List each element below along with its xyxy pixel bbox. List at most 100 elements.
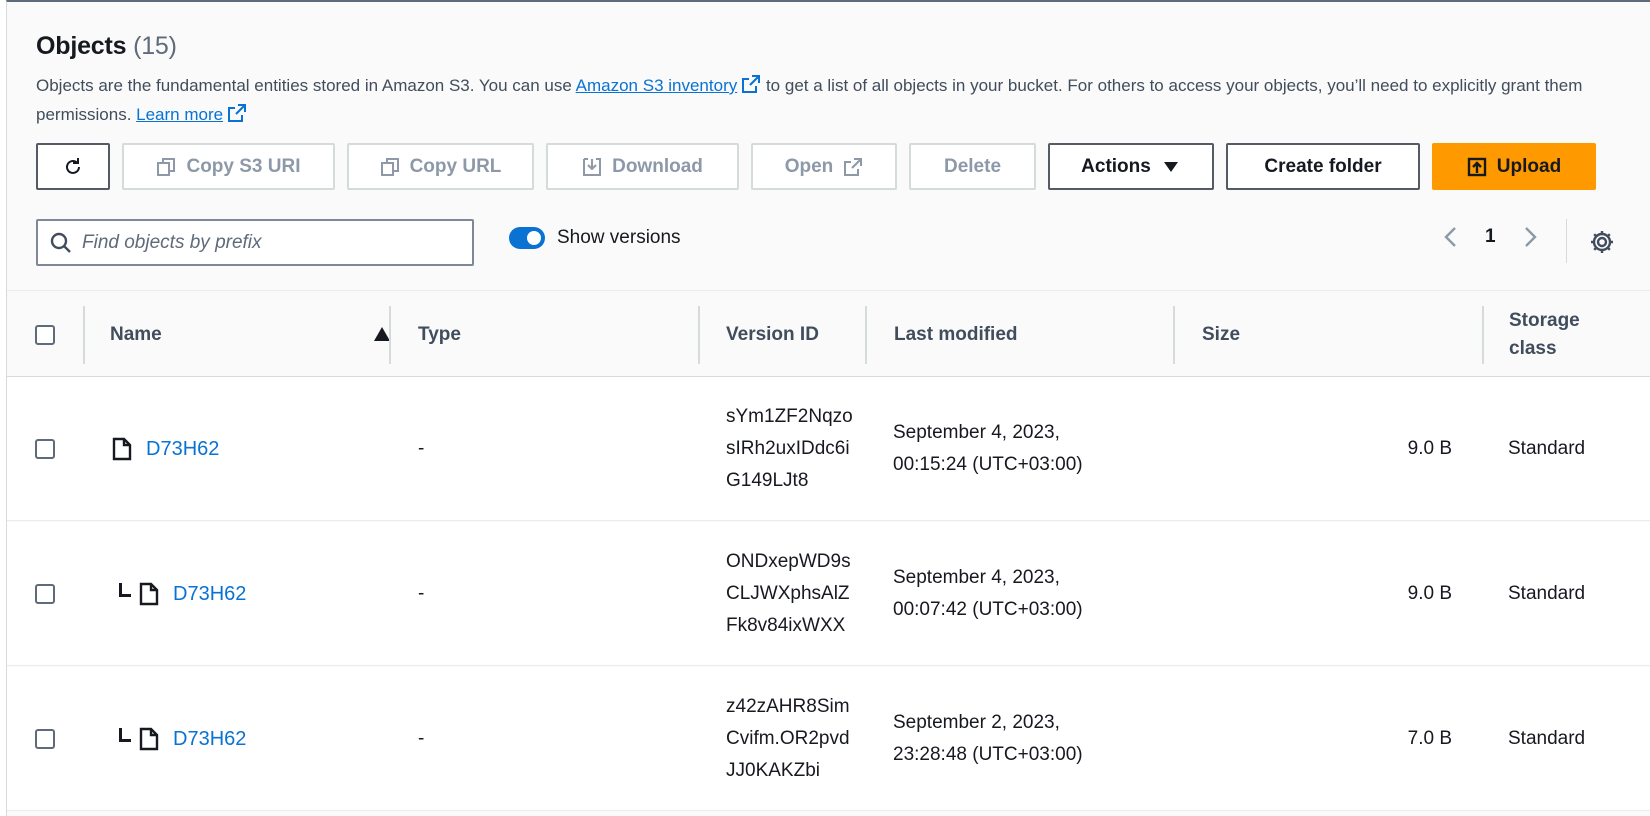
storage-class-header-label: Storage class [1509, 309, 1580, 359]
version-id-cell: sYm1ZF2NqzosIRh2uxIDdc6iG149LJt8 [726, 377, 856, 521]
last-modified-text: September 2, 2023, 23:28:48 (UTC+03:00) [893, 712, 1083, 765]
column-divider [1173, 306, 1175, 364]
page-number[interactable]: 1 [1485, 226, 1496, 248]
name-cell: D73H62 [119, 522, 246, 666]
last-modified-text: September 4, 2023, 00:07:42 (UTC+03:00) [893, 567, 1083, 620]
object-count: (15) [133, 32, 177, 60]
column-header-type[interactable]: Type [418, 291, 461, 378]
size-cell: 7.0 B [1407, 728, 1452, 749]
copy-url-button[interactable]: Copy URL [347, 143, 534, 190]
storage-class-cell: Standard [1508, 728, 1586, 749]
search-box [36, 219, 474, 266]
show-versions-label: Show versions [557, 227, 681, 248]
type-cell: - [418, 438, 425, 459]
row-checkbox[interactable] [35, 584, 55, 604]
download-button[interactable]: Download [546, 143, 739, 190]
table-row[interactable]: D73H62 - sYm1ZF2NqzosIRh2uxIDdc6iG149LJt… [7, 377, 1650, 521]
create-folder-label: Create folder [1264, 155, 1382, 177]
objects-header: Objects (15) Objects are the fundamental… [36, 32, 1626, 129]
storage-class-cell: Standard [1508, 438, 1586, 459]
last-modified-text: September 4, 2023, 00:15:24 (UTC+03:00) [893, 422, 1083, 475]
title-text: Objects [36, 32, 127, 60]
column-header-name[interactable]: Name [110, 291, 390, 378]
select-all-checkbox[interactable] [35, 324, 55, 345]
version-id-header-label: Version ID [726, 323, 819, 345]
chevron-right-icon[interactable] [1520, 225, 1540, 249]
copy-icon [380, 157, 399, 176]
row-select-cell [35, 667, 55, 811]
object-name-link[interactable]: D73H62 [173, 728, 246, 751]
learn-more-link[interactable]: Learn more [136, 104, 247, 124]
prefix-search-input[interactable] [82, 231, 442, 254]
sort-ascending-icon [374, 327, 390, 341]
learn-more-text: Learn more [136, 105, 224, 124]
name-header-label: Name [110, 323, 162, 345]
actions-label: Actions [1081, 155, 1151, 177]
object-name-link[interactable]: D73H62 [146, 438, 219, 461]
type-cell: - [418, 583, 425, 604]
object-name-link[interactable]: D73H62 [173, 583, 246, 606]
upload-label: Upload [1496, 155, 1562, 177]
table-row[interactable]: D73H62 - z42zAHR8SimCvifm.OR2pvdJJ0KAKZb… [7, 667, 1650, 811]
row-checkbox[interactable] [35, 729, 55, 749]
name-cell: D73H62 [112, 377, 219, 521]
refresh-button[interactable] [36, 143, 110, 190]
show-versions-toggle[interactable] [509, 227, 545, 249]
last-modified-cell: September 4, 2023, 00:07:42 (UTC+03:00) [893, 522, 1123, 666]
row-checkbox[interactable] [35, 439, 55, 459]
inventory-link[interactable]: Amazon S3 inventory [575, 75, 762, 95]
open-label: Open [784, 155, 834, 177]
upload-icon [1467, 157, 1486, 176]
delete-label: Delete [943, 155, 1002, 177]
column-divider [389, 306, 391, 364]
table-row[interactable]: D73H62 - ONDxepWD9sCLJWXphsAlZFk8v84ixWX… [7, 522, 1650, 666]
page-title: Objects (15) [36, 32, 1626, 61]
inventory-link-text: Amazon S3 inventory [575, 76, 738, 95]
column-header-size[interactable]: Size [1202, 291, 1240, 378]
external-link-icon [742, 75, 761, 93]
create-folder-button[interactable]: Create folder [1226, 143, 1420, 190]
column-header-last-modified[interactable]: Last modified [894, 291, 1018, 378]
objects-panel: Objects (15) Objects are the fundamental… [6, 0, 1650, 816]
version-id-cell: ONDxepWD9sCLJWXphsAlZFk8v84ixWXX [726, 522, 856, 666]
toggle-knob [527, 231, 541, 245]
gear-icon[interactable] [1589, 229, 1615, 255]
column-header-storage-class[interactable]: Storage class [1509, 291, 1580, 378]
version-id-text: sYm1ZF2NqzosIRh2uxIDdc6iG149LJt8 [726, 406, 853, 491]
pager-divider [1566, 219, 1567, 263]
select-all-cell [35, 291, 55, 378]
last-modified-cell: September 4, 2023, 00:15:24 (UTC+03:00) [893, 377, 1123, 521]
size-cell: 9.0 B [1407, 583, 1452, 604]
copy-s3-uri-button[interactable]: Copy S3 URI [122, 143, 335, 190]
upload-button[interactable]: Upload [1432, 143, 1596, 190]
column-header-version-id[interactable]: Version ID [726, 291, 819, 378]
size-header-label: Size [1202, 323, 1241, 345]
filter-row: Show versions 1 [36, 219, 1636, 267]
table-header: Name Type Version ID Last modified Size … [7, 290, 1650, 377]
version-id-text: ONDxepWD9sCLJWXphsAlZFk8v84ixWXX [726, 551, 851, 636]
file-icon [139, 582, 159, 606]
objects-description: Objects are the fundamental entities sto… [36, 71, 1606, 129]
file-icon [139, 727, 159, 751]
show-versions-toggle-wrap: Show versions [509, 227, 681, 249]
chevron-left-icon[interactable] [1441, 225, 1461, 249]
version-id-cell: z42zAHR8SimCvifm.OR2pvdJJ0KAKZbi [726, 667, 856, 811]
copy-url-label: Copy URL [409, 155, 502, 177]
last-modified-header-label: Last modified [894, 323, 1018, 345]
storage-class-cell: Standard [1508, 583, 1586, 604]
download-icon [583, 157, 602, 176]
row-select-cell [35, 522, 55, 666]
pagination: 1 [1441, 225, 1540, 249]
download-label: Download [612, 155, 703, 177]
actions-dropdown[interactable]: Actions [1048, 143, 1214, 190]
column-divider [83, 306, 85, 364]
external-link-icon [228, 104, 247, 122]
version-branch-icon [119, 583, 131, 597]
column-divider [698, 306, 700, 364]
size-cell: 9.0 B [1407, 438, 1452, 459]
type-header-label: Type [418, 323, 461, 345]
delete-button[interactable]: Delete [909, 143, 1036, 190]
open-button[interactable]: Open [751, 143, 897, 190]
copy-s3-uri-label: Copy S3 URI [186, 155, 301, 177]
version-branch-icon [119, 728, 131, 742]
